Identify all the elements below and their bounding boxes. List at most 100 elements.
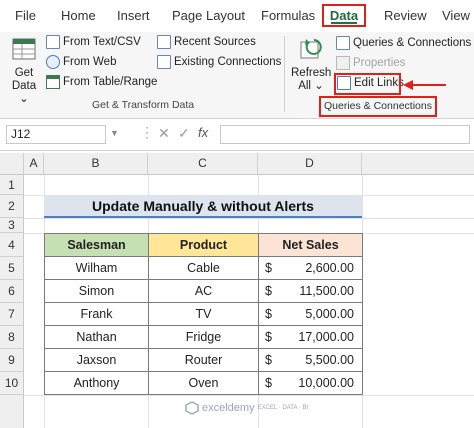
queries-connections-button[interactable]: Queries & Connections	[336, 36, 471, 50]
row-header-5[interactable]: 5	[0, 257, 24, 280]
net-sales-cell[interactable]: $17,000.00	[258, 325, 363, 349]
from-text-csv-label: From Text/CSV	[63, 36, 141, 48]
tab-review[interactable]: Review	[384, 8, 427, 23]
net-sales-value: 2,600.00	[305, 261, 354, 275]
from-table-range-label: From Table/Range	[63, 76, 158, 88]
row-header-3[interactable]: 3	[0, 218, 24, 233]
name-box[interactable]: J12	[6, 125, 106, 144]
currency-symbol: $	[265, 261, 272, 275]
net-sales-cell[interactable]: $2,600.00	[258, 256, 363, 280]
queries-connections-label: Queries & Connections	[353, 37, 472, 49]
cancel-icon[interactable]: ✕	[158, 125, 170, 142]
salesman-cell[interactable]: Frank	[44, 302, 149, 326]
row-header-8[interactable]: 8	[0, 326, 24, 349]
queries-connections-icon	[336, 36, 350, 50]
product-cell[interactable]: Router	[148, 348, 259, 372]
select-all-corner[interactable]	[0, 153, 24, 175]
tab-home[interactable]: Home	[61, 8, 96, 23]
properties-icon	[336, 56, 350, 70]
get-data-button[interactable]: Get Data ⌄	[8, 36, 40, 106]
net-sales-value: 17,000.00	[298, 330, 354, 344]
name-box-dropdown-icon[interactable]: ▼	[110, 128, 119, 138]
row-header-10[interactable]: 10	[0, 372, 24, 395]
get-data-label-2: Data ⌄	[11, 80, 37, 105]
net-sales-cell[interactable]: $5,500.00	[258, 348, 363, 372]
recent-sources-icon	[157, 35, 171, 49]
salesman-cell[interactable]: Jaxson	[44, 348, 149, 372]
row-header-7[interactable]: 7	[0, 303, 24, 326]
recent-sources-button[interactable]: Recent Sources	[157, 35, 256, 49]
get-data-icon	[12, 38, 36, 60]
enter-icon[interactable]: ✓	[178, 125, 190, 142]
tab-page-layout[interactable]: Page Layout	[172, 8, 245, 23]
tab-formulas[interactable]: Formulas	[261, 8, 315, 23]
get-transform-group-label: Get & Transform Data	[92, 99, 195, 111]
product-cell[interactable]: Fridge	[148, 325, 259, 349]
row-header-4[interactable]: 4	[0, 233, 24, 257]
tab-view[interactable]: View	[442, 8, 470, 23]
refresh-icon	[300, 39, 322, 59]
salesman-cell[interactable]: Simon	[44, 279, 149, 303]
properties-button[interactable]: Properties	[336, 56, 405, 70]
row-header-6[interactable]: 6	[0, 280, 24, 303]
from-web-button[interactable]: From Web	[46, 55, 116, 69]
net-sales-value: 10,000.00	[298, 376, 354, 390]
from-text-csv-button[interactable]: From Text/CSV	[46, 35, 141, 49]
table-row: Frank TV $5,000.00	[44, 302, 363, 326]
header-product[interactable]: Product	[148, 233, 259, 257]
from-table-range-button[interactable]: From Table/Range	[46, 75, 157, 89]
net-sales-cell[interactable]: $5,000.00	[258, 302, 363, 326]
grid-line	[24, 395, 474, 396]
product-cell[interactable]: TV	[148, 302, 259, 326]
header-salesman[interactable]: Salesman	[44, 233, 149, 257]
row-header-1[interactable]: 1	[0, 175, 24, 195]
salesman-cell[interactable]: Nathan	[44, 325, 149, 349]
row-header-2[interactable]: 2	[0, 195, 24, 218]
net-sales-value: 5,000.00	[305, 307, 354, 321]
web-icon	[46, 55, 60, 69]
active-tab-indicator	[331, 22, 357, 24]
product-cell[interactable]: Cable	[148, 256, 259, 280]
currency-symbol: $	[265, 284, 272, 298]
currency-symbol: $	[265, 353, 272, 367]
net-sales-cell[interactable]: $11,500.00	[258, 279, 363, 303]
sales-table: Salesman Product Net Sales Wilham Cable …	[44, 233, 363, 395]
product-cell[interactable]: Oven	[148, 371, 259, 395]
product-cell[interactable]: AC	[148, 279, 259, 303]
existing-connections-button[interactable]: Existing Connections	[157, 55, 281, 69]
tab-insert[interactable]: Insert	[117, 8, 150, 23]
ribbon-divider	[284, 36, 285, 112]
insert-function-icon[interactable]: fx	[198, 125, 208, 140]
get-data-label-1: Get	[14, 67, 34, 79]
table-row: Nathan Fridge $17,000.00	[44, 325, 363, 349]
formula-bar: J12 ▼ ⋮ ✕ ✓ fx	[0, 120, 474, 151]
sheet-title[interactable]: Update Manually & without Alerts	[44, 195, 362, 218]
queries-connections-group-highlight: Queries & Connections	[319, 96, 437, 117]
refresh-all-button[interactable]: Refresh All ⌄	[291, 36, 331, 93]
table-row: Wilham Cable $2,600.00	[44, 256, 363, 280]
column-header-c[interactable]: C	[148, 153, 258, 175]
existing-connections-icon	[157, 55, 171, 69]
edit-links-highlight	[334, 73, 401, 95]
ribbon-tab-bar: File Home Insert Page Layout Formulas Da…	[0, 0, 474, 33]
recent-sources-label: Recent Sources	[174, 36, 256, 48]
net-sales-cell[interactable]: $10,000.00	[258, 371, 363, 395]
salesman-cell[interactable]: Wilham	[44, 256, 149, 280]
column-header-a[interactable]: A	[24, 153, 44, 175]
watermark-brand: exceldemy	[202, 402, 255, 414]
column-header-d[interactable]: D	[258, 153, 362, 175]
properties-label: Properties	[353, 57, 406, 69]
column-header-b[interactable]: B	[44, 153, 148, 175]
row-header-blank	[0, 395, 24, 428]
table-icon	[46, 75, 60, 89]
net-sales-value: 11,500.00	[299, 284, 354, 298]
pointer-arrow-icon	[403, 80, 446, 90]
row-header-9[interactable]: 9	[0, 349, 24, 372]
formula-input[interactable]	[220, 125, 470, 144]
tab-file[interactable]: File	[15, 8, 36, 23]
currency-symbol: $	[265, 307, 272, 321]
more-options-icon: ⋮	[140, 124, 154, 140]
header-net-sales[interactable]: Net Sales	[258, 233, 363, 257]
queries-connections-group-label: Queries & Connections	[324, 100, 432, 112]
salesman-cell[interactable]: Anthony	[44, 371, 149, 395]
